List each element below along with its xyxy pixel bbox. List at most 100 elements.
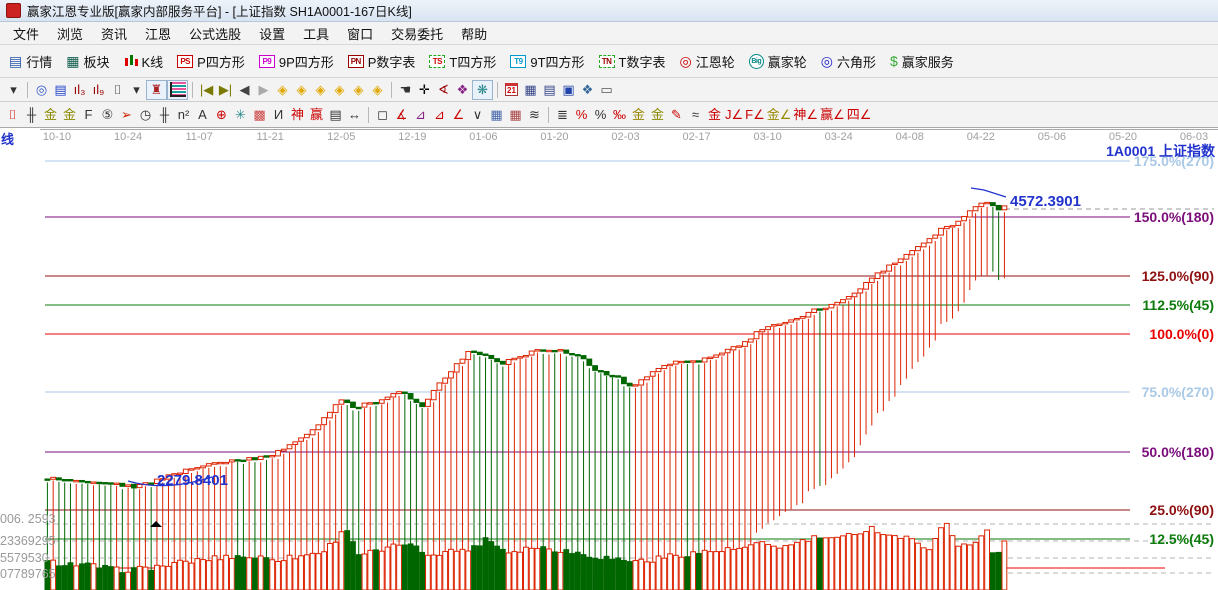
svg-text:112.5%(45): 112.5%(45) — [1142, 297, 1214, 313]
grid-ruler-icon[interactable]: ╫ — [22, 106, 41, 124]
gold-red-icon[interactable]: 金 — [705, 106, 724, 124]
gann-star-icon[interactable]: ✳ — [231, 106, 250, 124]
gold-ratio-2-icon[interactable]: 金 — [60, 106, 79, 124]
info-doc-icon[interactable]: ▤ — [51, 81, 70, 99]
calendar-tool-icon[interactable]: 21 — [502, 81, 521, 99]
notes-tool-icon[interactable]: ▤ — [540, 81, 559, 99]
curve-tool-icon[interactable]: ◎ — [32, 81, 51, 99]
pitchfork-tool-icon[interactable]: A — [193, 106, 212, 124]
angle-lines-icon[interactable]: ∠ — [449, 106, 468, 124]
gann-box-purple-icon[interactable]: ⊿ — [411, 106, 430, 124]
fit-screen-icon[interactable]: ◈ — [368, 81, 387, 99]
gann-target-icon[interactable]: ⊕ — [212, 106, 231, 124]
percent-red-icon[interactable]: % — [572, 106, 591, 124]
gann-grid-icon[interactable]: ▩ — [250, 106, 269, 124]
hand-tool-icon[interactable]: ☚ — [396, 81, 415, 99]
magic-tool-icon[interactable]: 神 — [288, 106, 307, 124]
toolbar-button-p-square[interactable]: PSP四方形 — [170, 49, 252, 74]
calculator-tool-icon[interactable]: ▦ — [521, 81, 540, 99]
price-ruler-icon[interactable]: ╫ — [155, 106, 174, 124]
scale-tool-icon[interactable]: ≣ — [553, 106, 572, 124]
price-table-icon[interactable]: ▤ — [326, 106, 345, 124]
toolbar-button-hexagon[interactable]: ◎六角形 — [814, 49, 883, 74]
toolbar-button-winner-wheel[interactable]: Big赢家轮 — [742, 49, 814, 74]
menu-item-资讯[interactable]: 资讯 — [92, 22, 136, 45]
crosshair-tool-icon[interactable]: ✛ — [415, 81, 434, 99]
candle-style-icon[interactable]: ⌷ — [108, 81, 127, 99]
chart-canvas[interactable]: 175.0%(270)150.0%(180)125.0%(90)112.5%(4… — [0, 128, 1218, 590]
square-grid-icon[interactable]: ▦ — [487, 106, 506, 124]
nav-next-icon[interactable]: ▶ — [254, 81, 273, 99]
menu-item-交易委托[interactable]: 交易委托 — [382, 22, 452, 45]
gann-shape-tool-icon[interactable]: ❖ — [453, 81, 472, 99]
candle-style-dropdown-icon[interactable]: ▾ — [127, 81, 146, 99]
parallel-lines-icon[interactable]: ≋ — [525, 106, 544, 124]
period-dropdown-icon[interactable]: ▾ — [4, 81, 23, 99]
gold-circle-icon[interactable]: 金 — [629, 106, 648, 124]
gann-box-red-icon[interactable]: ⊿ — [430, 106, 449, 124]
bars-9-icon[interactable]: ıl₉ — [89, 81, 108, 99]
print-tool-icon[interactable]: ▭ — [597, 81, 616, 99]
gann-fan-icon[interactable]: ∡ — [392, 106, 411, 124]
menu-item-帮助[interactable]: 帮助 — [452, 22, 496, 45]
permille-icon[interactable]: ‰ — [610, 106, 629, 124]
toolbar-button-t-number-table[interactable]: TNT数字表 — [592, 49, 673, 74]
zoom-horizontal-icon[interactable]: ◈ — [311, 81, 330, 99]
save-tool-icon[interactable]: ▣ — [559, 81, 578, 99]
square-grid-2-icon[interactable]: ▦ — [506, 106, 525, 124]
svg-text:100.0%(0): 100.0%(0) — [1149, 326, 1214, 342]
span-measure-icon[interactable]: ↔ — [345, 106, 364, 124]
menu-item-窗口[interactable]: 窗口 — [338, 22, 382, 45]
magic-angle-icon[interactable]: 神∠ — [792, 106, 819, 124]
wave-lines-icon[interactable]: ∨ — [468, 106, 487, 124]
menu-item-文件[interactable]: 文件 — [4, 22, 48, 45]
nav-last-icon[interactable]: ▶| — [216, 81, 235, 99]
toolbar-button-kline[interactable]: K线 — [117, 49, 171, 74]
menu-item-设置[interactable]: 设置 — [250, 22, 294, 45]
square-of-n-icon[interactable]: n² — [174, 106, 193, 124]
gold-lines-icon[interactable]: 金 — [648, 106, 667, 124]
percent-icon[interactable]: % — [591, 106, 610, 124]
zoom-vertical-icon[interactable]: ◈ — [349, 81, 368, 99]
fibonacci-tool-icon[interactable]: F — [79, 106, 98, 124]
gold-angle-icon[interactable]: 金∠ — [766, 106, 793, 124]
box-tool-icon[interactable]: ◻ — [373, 106, 392, 124]
toolbar-button-gann-wheel[interactable]: ◎江恩轮 — [673, 49, 742, 74]
chip-distribution-icon[interactable]: ♜ — [146, 80, 167, 100]
volume-profile-icon[interactable] — [167, 80, 188, 100]
toolbar-button-9t-square[interactable]: T99T四方形 — [503, 49, 591, 74]
toolbar-button-9p-square[interactable]: P99P四方形 — [252, 49, 341, 74]
winner-angle-icon[interactable]: 赢∠ — [819, 106, 846, 124]
candle-pattern-icon[interactable]: ⌷ — [3, 106, 22, 124]
nav-first-icon[interactable]: |◀ — [197, 81, 216, 99]
trend-rocket-icon[interactable]: ➢ — [117, 106, 136, 124]
network-tool-icon[interactable]: ❖ — [578, 81, 597, 99]
analysis-tool-icon[interactable]: ❋ — [472, 80, 493, 100]
wave-5-tool-icon[interactable]: ⑤ — [98, 106, 117, 124]
toolbar-button-quotes[interactable]: ▤行情 — [2, 49, 59, 74]
gold-ratio-1-icon[interactable]: 金 — [41, 106, 60, 124]
toolbar-button-p-number-table[interactable]: PNP数字表 — [341, 49, 423, 74]
pan-left-icon[interactable]: ◈ — [273, 81, 292, 99]
winner-tool-icon[interactable]: 赢 — [307, 106, 326, 124]
four-angle-icon[interactable]: 四∠ — [846, 106, 873, 124]
menu-item-公式选股[interactable]: 公式选股 — [180, 22, 250, 45]
pan-right-icon[interactable]: ◈ — [292, 81, 311, 99]
toolbar-button-sectors[interactable]: ▦板块 — [59, 49, 116, 74]
toolbar-button-winner-service[interactable]: $赢家服务 — [883, 49, 961, 74]
bars-3-icon[interactable]: ıl₃ — [70, 81, 89, 99]
compress-horizontal-icon[interactable]: ◈ — [330, 81, 349, 99]
j-angle-icon[interactable]: J∠ — [724, 106, 744, 124]
menu-item-浏览[interactable]: 浏览 — [48, 22, 92, 45]
toolbar-button-t-square[interactable]: TST四方形 — [422, 49, 503, 74]
zigzag-tool-icon[interactable]: И — [269, 106, 288, 124]
nav-prev-icon[interactable]: ◀ — [235, 81, 254, 99]
wave-tool-icon[interactable]: ≈ — [686, 106, 705, 124]
draw-tool-icon[interactable]: ✎ — [667, 106, 686, 124]
f-angle-icon[interactable]: F∠ — [744, 106, 766, 124]
time-cycle-icon[interactable]: ◷ — [136, 106, 155, 124]
angle-tool-icon[interactable]: ∢ — [434, 81, 453, 99]
svg-text:25.0%(90): 25.0%(90) — [1149, 502, 1214, 518]
menu-item-江恩[interactable]: 江恩 — [136, 22, 180, 45]
menu-item-工具[interactable]: 工具 — [294, 22, 338, 45]
